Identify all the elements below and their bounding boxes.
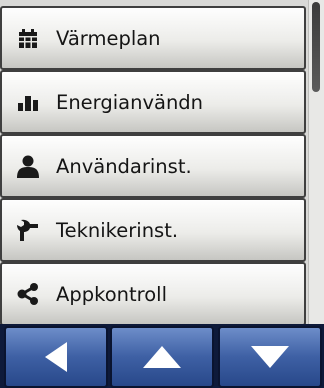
back-button[interactable] <box>4 326 108 388</box>
menu-item-label: Energianvändn <box>56 90 204 114</box>
scroll-up-button[interactable] <box>110 326 214 388</box>
navigation-bar <box>0 324 324 388</box>
scrollbar-thumb[interactable] <box>312 2 320 92</box>
calendar-icon <box>16 26 40 50</box>
share-icon <box>16 282 40 306</box>
menu-item-label: Appkontroll <box>56 282 167 306</box>
scroll-down-button[interactable] <box>218 326 322 388</box>
menu-item-label: Användarinst. <box>56 154 192 178</box>
menu-item-label: Värmeplan <box>56 26 161 50</box>
menu-item-user-settings[interactable]: Användarinst. <box>0 134 306 198</box>
menu-item-energy-usage[interactable]: Energianvändn <box>0 70 306 134</box>
wrench-icon <box>16 218 40 242</box>
triangle-left-icon <box>45 342 67 372</box>
user-icon <box>16 154 40 178</box>
menu-item-heating-schedule[interactable]: Värmeplan <box>0 6 306 70</box>
bar-chart-icon <box>16 90 40 114</box>
triangle-up-icon <box>143 346 181 368</box>
triangle-down-icon <box>251 346 289 368</box>
menu-item-label: Teknikerinst. <box>56 218 179 242</box>
settings-menu: Värmeplan Energianvändn Användarinst. Te… <box>0 0 306 326</box>
menu-item-technician-settings[interactable]: Teknikerinst. <box>0 198 306 262</box>
menu-item-app-control[interactable]: Appkontroll <box>0 262 306 326</box>
menu-scrollbar[interactable] <box>308 0 324 324</box>
